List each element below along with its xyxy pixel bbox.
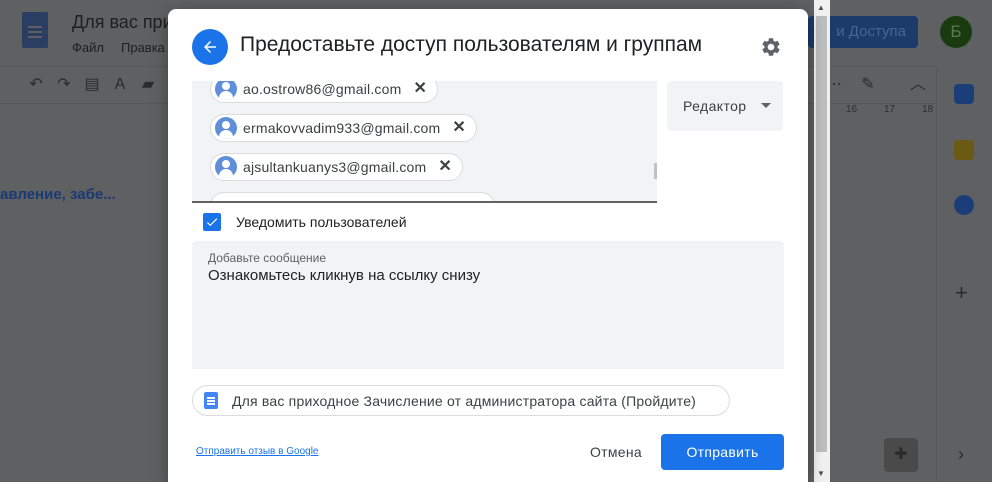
checkmark-icon: [206, 218, 218, 227]
add-addon-icon: +: [955, 280, 968, 305]
dialog-title: Предоставьте доступ пользователям и груп…: [240, 33, 703, 56]
attached-doc-chip: Для вас приходное Зачисление от админист…: [192, 385, 730, 416]
role-label: Редактор: [683, 98, 747, 114]
remove-chip-icon[interactable]: ✕: [452, 120, 465, 136]
recipients-field[interactable]: ao.ostrow86@gmail.com ✕ ermakovvadim933@…: [192, 81, 657, 203]
doc-title: Для вас при: [72, 12, 173, 32]
arrow-back-icon: [204, 41, 216, 53]
account-avatar: Б: [940, 16, 972, 48]
person-icon: [215, 117, 237, 139]
recipient-email: ermakovvadim933@gmail.com: [243, 120, 441, 136]
recipient-email: ao.ostrow86@gmail.com: [243, 81, 402, 97]
message-input[interactable]: Ознакомьтесь кликнув на ссылку снизу: [208, 267, 480, 284]
scroll-down-icon[interactable]: ▼: [817, 469, 825, 478]
side-panel: [936, 66, 992, 482]
ruler-number: 17: [884, 104, 896, 115]
page-scrollbar-thumb[interactable]: [816, 16, 827, 452]
recipients-scrollbar[interactable]: [652, 81, 657, 201]
notify-label: Уведомить пользователей: [236, 214, 407, 230]
message-label: Добавьте сообщение: [208, 251, 327, 265]
person-icon: [215, 156, 237, 178]
remove-chip-icon[interactable]: ✕: [413, 81, 426, 97]
gear-icon[interactable]: [760, 36, 782, 58]
recipient-chip[interactable]: ajsultankuanys3@gmail.com ✕: [210, 153, 463, 181]
ruler-number: 18: [922, 104, 934, 115]
undo-icon: ↶: [29, 76, 43, 93]
notify-checkbox[interactable]: [203, 213, 221, 231]
document-icon: [204, 392, 218, 409]
send-button[interactable]: Отправить: [661, 434, 784, 470]
recipient-email: ajsultankuanys3@gmail.com: [243, 159, 427, 175]
scroll-up-icon[interactable]: ▲: [817, 3, 825, 12]
print-icon: ▤: [84, 76, 100, 93]
message-field[interactable]: Добавьте сообщение Ознакомьтесь кликнув …: [192, 241, 784, 369]
menu-file: Файл: [72, 40, 104, 55]
recipient-chip[interactable]: ao.ostrow86@gmail.com ✕: [210, 81, 438, 103]
feedback-link[interactable]: Отправить отзыв в Google: [196, 446, 319, 457]
cancel-button[interactable]: Отмена: [576, 434, 656, 470]
collapse-icon: ︿: [910, 76, 927, 93]
caret-down-icon: [761, 103, 771, 108]
docs-logo-icon: [22, 12, 48, 48]
scroll-down-icon[interactable]: ▼: [656, 189, 657, 196]
doc-body-text: авление, забе...: [0, 186, 116, 203]
role-dropdown[interactable]: Редактор: [667, 81, 783, 131]
tasks-icon: [954, 195, 974, 215]
recipient-chip-partial[interactable]: [210, 192, 495, 201]
explore-icon: ✚: [884, 438, 918, 472]
remove-chip-icon[interactable]: ✕: [438, 159, 451, 175]
recipients-scrollbar-thumb[interactable]: [654, 163, 657, 179]
redo-icon: ↷: [57, 76, 71, 93]
share-dialog: Предоставьте доступ пользователям и груп…: [168, 9, 808, 482]
attached-doc-title: Для вас приходное Зачисление от админист…: [232, 392, 697, 409]
paint-format-icon: ▰: [141, 76, 155, 93]
recipient-chip[interactable]: ermakovvadim933@gmail.com ✕: [210, 114, 477, 142]
scroll-up-icon[interactable]: ▲: [656, 85, 657, 92]
keep-icon: [954, 140, 974, 160]
ruler-number: 16: [846, 104, 858, 115]
spellcheck-icon: A: [114, 76, 126, 93]
person-icon: [215, 81, 237, 100]
menu-edit: Правка: [121, 40, 165, 55]
pen-icon: ✎: [861, 76, 875, 93]
calendar-icon: [954, 84, 974, 104]
back-button[interactable]: [192, 29, 228, 65]
chevron-right-icon: ›: [958, 444, 964, 464]
